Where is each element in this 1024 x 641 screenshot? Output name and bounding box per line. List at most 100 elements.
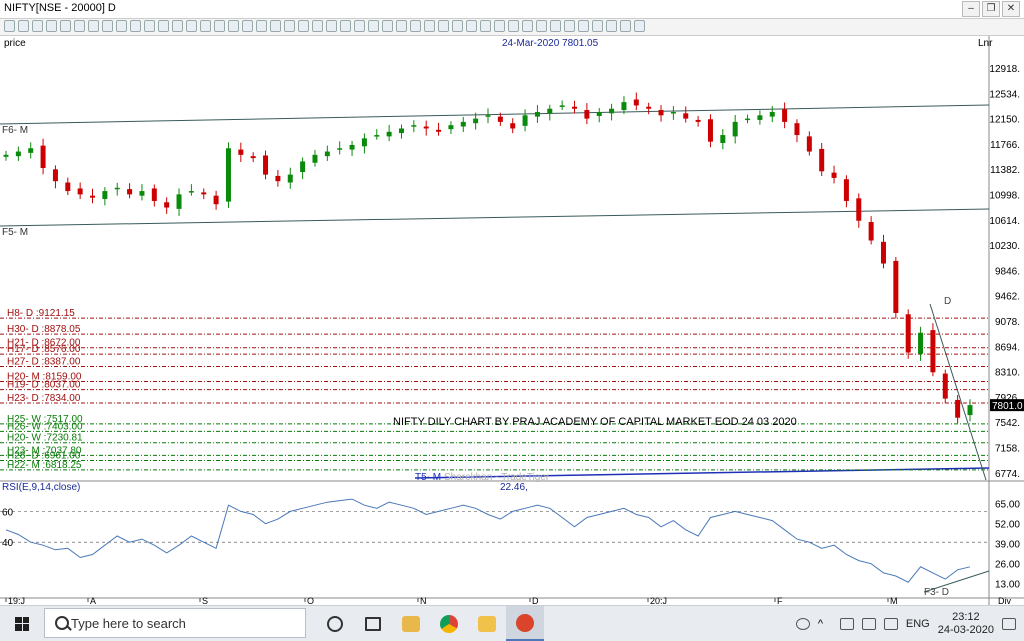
candle-body[interactable] <box>782 109 788 122</box>
candle-body[interactable] <box>127 189 133 195</box>
toolbar-tool-icon[interactable] <box>312 20 323 32</box>
candle-body[interactable] <box>596 112 602 116</box>
toolbar-tool-icon[interactable] <box>88 20 99 32</box>
candle-body[interactable] <box>534 112 540 117</box>
toolbar-tool-icon[interactable] <box>536 20 547 32</box>
candle-body[interactable] <box>868 222 874 241</box>
candle-body[interactable] <box>757 115 763 120</box>
candle-body[interactable] <box>77 188 83 195</box>
candle-body[interactable] <box>806 136 812 152</box>
candle-body[interactable] <box>485 115 491 117</box>
toolbar-tool-icon[interactable] <box>396 20 407 32</box>
candle-body[interactable] <box>967 405 973 416</box>
candle-body[interactable] <box>201 192 207 195</box>
candle-body[interactable] <box>3 154 9 157</box>
toolbar-tool-icon[interactable] <box>382 20 393 32</box>
candle-body[interactable] <box>880 241 886 264</box>
toolbar-tool-icon[interactable] <box>298 20 309 32</box>
candle-body[interactable] <box>707 119 713 142</box>
candle-body[interactable] <box>312 154 318 163</box>
candle-body[interactable] <box>794 123 800 136</box>
notification-icon[interactable] <box>1002 617 1016 630</box>
candle-body[interactable] <box>65 182 71 192</box>
toolbar-tool-icon[interactable] <box>242 20 253 32</box>
taskview-app[interactable] <box>354 606 392 641</box>
toolbar-tool-icon[interactable] <box>18 20 29 32</box>
candle-body[interactable] <box>139 191 145 196</box>
candle-body[interactable] <box>40 145 46 169</box>
candle-body[interactable] <box>28 148 34 153</box>
candle-body[interactable] <box>930 330 936 373</box>
candle-body[interactable] <box>695 119 701 122</box>
toolbar-tool-icon[interactable] <box>116 20 127 32</box>
candle-body[interactable] <box>411 125 417 127</box>
candle-body[interactable] <box>572 106 578 109</box>
language-indicator[interactable]: ENG <box>906 618 930 630</box>
candle-body[interactable] <box>300 161 306 172</box>
toolbar-tool-icon[interactable] <box>46 20 57 32</box>
toolbar-tool-icon[interactable] <box>424 20 435 32</box>
toolbar-tool-icon[interactable] <box>32 20 43 32</box>
candle-body[interactable] <box>398 128 404 134</box>
toolbar-tool-icon[interactable] <box>130 20 141 32</box>
minimize-icon[interactable]: – <box>962 1 980 17</box>
candle-body[interactable] <box>609 108 615 114</box>
toolbar-tool-icon[interactable] <box>578 20 589 32</box>
candle-body[interactable] <box>151 188 157 201</box>
chevron-up-icon[interactable]: ^ <box>818 618 832 630</box>
toolbar-tool-icon[interactable] <box>494 20 505 32</box>
candle-body[interactable] <box>745 118 751 121</box>
candle-body[interactable] <box>670 112 676 114</box>
candle-body[interactable] <box>164 202 170 208</box>
chrome-app[interactable] <box>430 606 468 641</box>
candle-body[interactable] <box>436 129 442 132</box>
candle-body[interactable] <box>263 155 269 175</box>
price-chart[interactable]: price 24-Mar-2020 7801.05 Lnr F6- M F5- M… <box>0 36 1024 606</box>
candle-body[interactable] <box>497 116 503 122</box>
candle-body[interactable] <box>547 108 553 114</box>
candle-body[interactable] <box>942 373 948 399</box>
toolbar-tool-icon[interactable] <box>102 20 113 32</box>
candle-body[interactable] <box>213 195 219 205</box>
toolbar-tool-icon[interactable] <box>74 20 85 32</box>
candle-body[interactable] <box>905 314 911 353</box>
candle-body[interactable] <box>225 148 231 202</box>
people-icon[interactable] <box>795 617 810 630</box>
toolbar-tool-icon[interactable] <box>564 20 575 32</box>
toolbar-tool-icon[interactable] <box>158 20 169 32</box>
candle-body[interactable] <box>324 151 330 157</box>
candle-body[interactable] <box>52 169 58 182</box>
candle-body[interactable] <box>510 123 516 129</box>
toolbar-tool-icon[interactable] <box>228 20 239 32</box>
toolbar-tool-icon[interactable] <box>340 20 351 32</box>
candle-body[interactable] <box>423 126 429 129</box>
toolbar-tool-icon[interactable] <box>466 20 477 32</box>
battery-icon[interactable] <box>839 617 854 630</box>
toolbar-tool-icon[interactable] <box>634 20 645 32</box>
candle-body[interactable] <box>646 106 652 109</box>
candle-body[interactable] <box>176 194 182 209</box>
files-app[interactable] <box>468 606 506 641</box>
candle-body[interactable] <box>918 332 924 354</box>
toolbar-tool-icon[interactable] <box>620 20 631 32</box>
candle-body[interactable] <box>337 148 343 150</box>
candle-body[interactable] <box>769 112 775 117</box>
candle-body[interactable] <box>522 115 528 126</box>
candle-body[interactable] <box>90 195 96 198</box>
candle-body[interactable] <box>15 151 21 157</box>
cortana-app[interactable] <box>316 606 354 641</box>
taskbar-search[interactable]: Type here to search <box>44 608 306 638</box>
candle-body[interactable] <box>584 110 590 119</box>
candle-body[interactable] <box>831 172 837 178</box>
start-button[interactable] <box>0 606 44 641</box>
toolbar-tool-icon[interactable] <box>480 20 491 32</box>
toolbar-tool-icon[interactable] <box>214 20 225 32</box>
candle-body[interactable] <box>843 179 849 201</box>
toolbar-tool-icon[interactable] <box>60 20 71 32</box>
candle-body[interactable] <box>275 175 281 182</box>
candle-body[interactable] <box>473 118 479 124</box>
toolbar-tool-icon[interactable] <box>326 20 337 32</box>
candle-body[interactable] <box>955 399 961 418</box>
toolbar-tool-icon[interactable] <box>452 20 463 32</box>
candle-body[interactable] <box>361 138 367 147</box>
